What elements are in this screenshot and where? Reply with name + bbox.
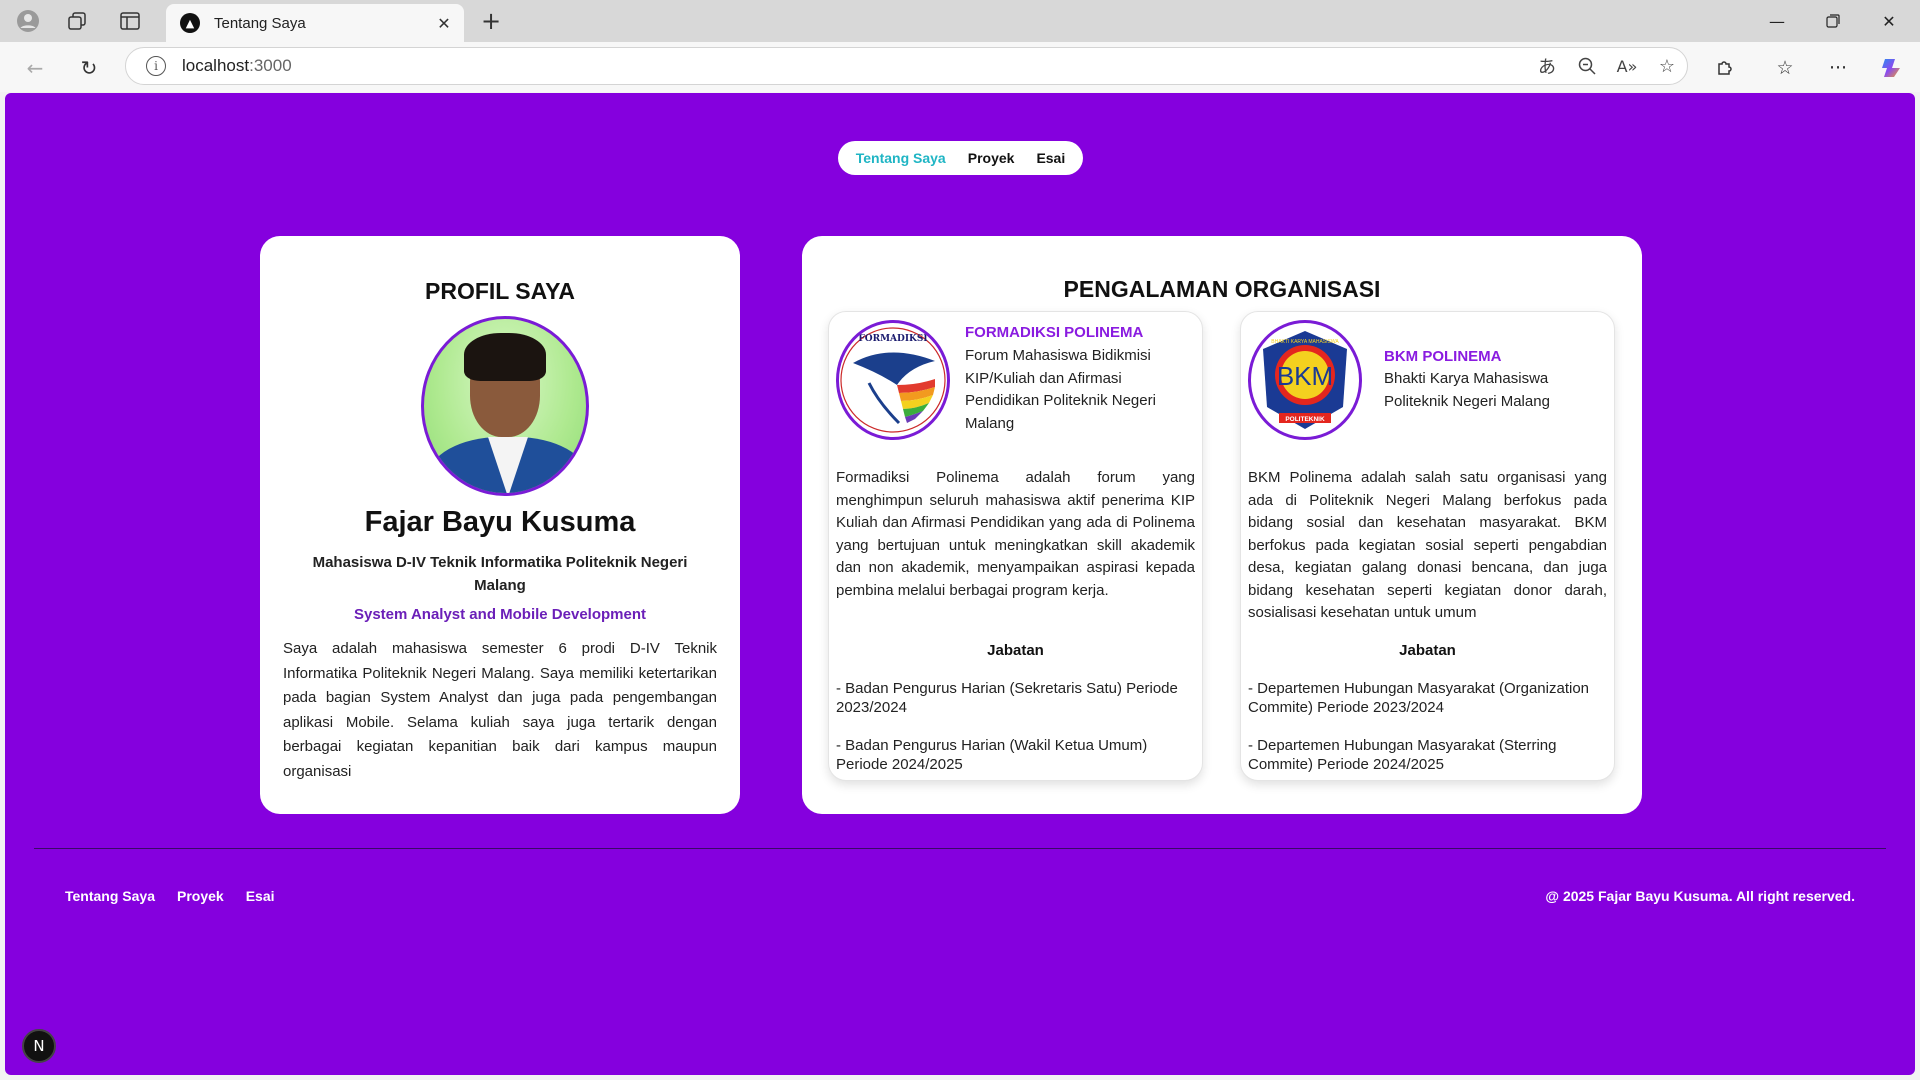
collections-icon[interactable]: [64, 9, 90, 33]
position-item: - Badan Pengurus Harian (Sekretaris Satu…: [836, 680, 1178, 716]
footer-link-esai[interactable]: Esai: [246, 888, 275, 904]
footer-link-tentang-saya[interactable]: Tentang Saya: [65, 888, 155, 904]
more-icon[interactable]: ···: [1822, 52, 1854, 84]
org-subtitle-bkm: Bhakti Karya Mahasiswa Politeknik Negeri…: [1384, 370, 1550, 410]
zoom-out-icon[interactable]: [1567, 51, 1607, 81]
organization-section-title: PENGALAMAN ORGANISASI: [1063, 276, 1381, 302]
jabatan-title-bkm: Jabatan: [1399, 642, 1456, 659]
org-item-formadiksi: FORMADIKSI FORMADIKSI POLINEMA Forum Mah…: [828, 311, 1203, 781]
profile-specialty: System Analyst and Mobile Development: [353, 606, 647, 623]
translate-icon[interactable]: あ: [1527, 51, 1567, 81]
profile-role: Mahasiswa D-IV Teknik Informatika Polite…: [312, 554, 688, 594]
back-icon[interactable]: ←: [21, 54, 49, 82]
profile-section-title: PROFIL SAYA: [425, 278, 575, 304]
browser-addressbar: ← ↻ i localhost:3000 あ A» ☆ ☆ ···: [0, 42, 1920, 92]
org-name-bkm: BKM POLINEMA: [1384, 348, 1502, 365]
tab-favicon-icon: ▲: [180, 13, 200, 33]
profile-bio: Saya adalah mahasiswa semester 6 prodi D…: [283, 640, 717, 780]
nav-link-proyek[interactable]: Proyek: [968, 150, 1015, 166]
formadiksi-logo-text: FORMADIKSI: [858, 334, 927, 344]
url-field[interactable]: i localhost:3000 あ A» ☆: [125, 47, 1688, 85]
page-viewport: Tentang Saya Proyek Esai PROFIL SAYA Faj…: [5, 93, 1915, 1075]
profile-icon[interactable]: [15, 9, 41, 33]
position-item: - Departemen Hubungan Masyarakat (Sterri…: [1248, 737, 1557, 773]
profile-card: PROFIL SAYA Fajar Bayu Kusuma Mahasiswa …: [260, 236, 740, 814]
org-description-formadiksi: Formadiksi Polinema adalah forum yang me…: [836, 469, 1195, 599]
tab-actions-icon[interactable]: [117, 9, 143, 33]
footer-copyright: @ 2025 Fajar Bayu Kusuma. All right rese…: [1545, 888, 1855, 904]
browser-tab-active[interactable]: ▲ Tentang Saya ✕: [166, 4, 464, 42]
extensions-icon[interactable]: [1709, 52, 1741, 84]
info-icon[interactable]: i: [146, 56, 166, 76]
top-nav: Tentang Saya Proyek Esai: [838, 141, 1083, 175]
nav-link-tentang-saya[interactable]: Tentang Saya: [856, 150, 946, 166]
close-icon[interactable]: ✕: [432, 11, 456, 35]
bkm-logo-ring-text: BHAKTI KARYA MAHASISWA: [1271, 339, 1339, 345]
profile-name: Fajar Bayu Kusuma: [364, 506, 636, 538]
footer-link-proyek[interactable]: Proyek: [177, 888, 224, 904]
new-tab-icon[interactable]: +: [478, 7, 504, 35]
url-port: :3000: [249, 56, 292, 75]
footer-nav: Tentang Saya Proyek Esai: [65, 888, 275, 904]
read-aloud-icon[interactable]: A»: [1607, 51, 1647, 81]
formadiksi-logo: FORMADIKSI: [836, 320, 950, 440]
refresh-icon[interactable]: ↻: [75, 54, 103, 82]
jabatan-title-formadiksi: Jabatan: [987, 642, 1044, 659]
nextjs-dev-indicator-icon[interactable]: N: [22, 1029, 56, 1063]
url-text[interactable]: localhost:3000: [182, 56, 1527, 76]
org-subtitle-formadiksi: Forum Mahasiswa Bidikmisi KIP/Kuliah dan…: [965, 347, 1156, 432]
org-description-bkm: BKM Polinema adalah salah satu organisas…: [1248, 469, 1607, 621]
close-window-icon[interactable]: ✕: [1866, 6, 1912, 36]
copilot-icon[interactable]: [1876, 52, 1908, 84]
bkm-logo: BKM BHAKTI KARYA MAHASISWA POLITEKNIK: [1248, 320, 1362, 440]
browser-tabbar: ▲ Tentang Saya ✕ + — ✕: [0, 0, 1920, 42]
footer-divider: [34, 848, 1886, 849]
org-name-formadiksi: FORMADIKSI POLINEMA: [965, 324, 1144, 341]
bkm-logo-text: BKM: [1277, 361, 1333, 391]
nav-link-esai[interactable]: Esai: [1036, 150, 1065, 166]
position-item: - Departemen Hubungan Masyarakat (Organi…: [1248, 680, 1590, 716]
bkm-logo-bottom-text: POLITEKNIK: [1285, 416, 1325, 423]
position-item: - Badan Pengurus Harian (Wakil Ketua Umu…: [836, 737, 1148, 773]
minimize-icon[interactable]: —: [1754, 6, 1800, 36]
restore-icon[interactable]: [1810, 6, 1856, 36]
org-item-bkm: BKM BHAKTI KARYA MAHASISWA POLITEKNIK BK…: [1240, 311, 1615, 781]
favorite-icon[interactable]: ☆: [1647, 51, 1687, 81]
profile-avatar: [421, 316, 589, 496]
favorites-icon[interactable]: ☆: [1769, 52, 1801, 84]
tab-title: Tentang Saya: [214, 14, 306, 32]
url-host: localhost: [182, 56, 250, 75]
organization-card: PENGALAMAN ORGANISASI FORMADIKSI FORMADI…: [802, 236, 1642, 814]
avatar-hair: [464, 333, 546, 381]
